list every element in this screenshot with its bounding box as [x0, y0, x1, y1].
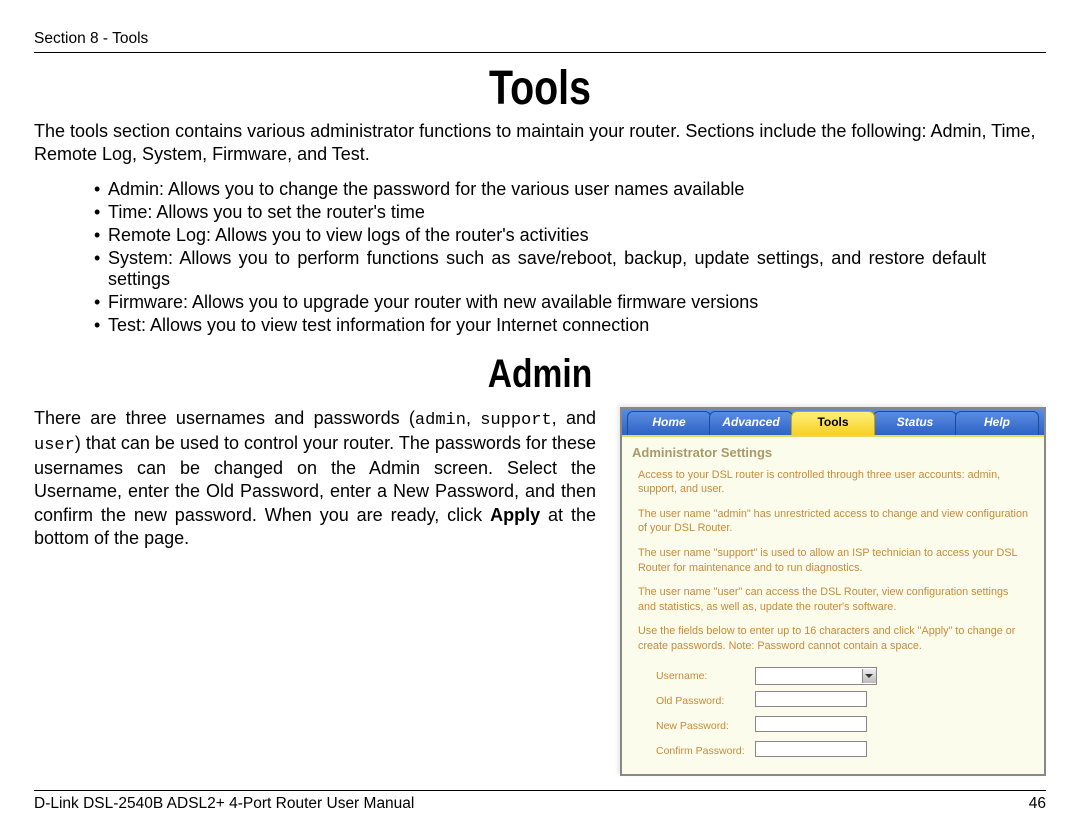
text: There are three usernames and passwords … [34, 408, 415, 428]
page-title-admin: Admin [115, 352, 965, 397]
new-password-input[interactable] [755, 716, 867, 732]
section-header: Section 8 - Tools [34, 30, 1046, 53]
username-dropdown[interactable] [755, 667, 877, 685]
tools-bullet-list: Admin: Allows you to change the password… [34, 179, 986, 336]
router-admin-screenshot: Home Advanced Tools Status Help Administ… [620, 407, 1046, 777]
list-item: Admin: Allows you to change the password… [94, 179, 986, 200]
intro-paragraph: The tools section contains various admin… [34, 120, 1046, 167]
username-admin: admin [415, 411, 466, 430]
tab-home[interactable]: Home [627, 411, 711, 435]
panel-text: Use the fields below to enter up to 16 c… [632, 624, 1034, 653]
list-item: Firmware: Allows you to upgrade your rou… [94, 292, 986, 313]
text: , [466, 408, 480, 428]
footer-page-number: 46 [1029, 795, 1046, 813]
panel-text: The user name "admin" has unrestricted a… [632, 507, 1034, 536]
label-new-password: New Password: [652, 714, 749, 737]
panel-body: Administrator Settings Access to your DS… [622, 435, 1044, 775]
page-title-tools: Tools [125, 61, 955, 116]
old-password-input[interactable] [755, 691, 867, 707]
panel-text: Access to your DSL router is controlled … [632, 468, 1034, 497]
chevron-down-icon[interactable] [862, 669, 876, 683]
list-item: Time: Allows you to set the router's tim… [94, 202, 986, 223]
list-item: System: Allows you to perform functions … [94, 248, 986, 290]
panel-text: The user name "support" is used to allow… [632, 546, 1034, 575]
panel-heading: Administrator Settings [632, 445, 1034, 460]
tab-status[interactable]: Status [873, 411, 957, 435]
label-confirm-password: Confirm Password: [652, 739, 749, 762]
username-user: user [34, 436, 75, 455]
label-old-password: Old Password: [652, 689, 749, 712]
text: , and [552, 408, 596, 428]
tab-advanced[interactable]: Advanced [709, 411, 793, 435]
tab-tools[interactable]: Tools [791, 411, 875, 435]
panel-text: The user name "user" can access the DSL … [632, 585, 1034, 614]
password-form: Username: Old Password: New Password: Co… [650, 663, 883, 764]
label-username: Username: [652, 665, 749, 687]
list-item: Test: Allows you to view test informatio… [94, 315, 986, 336]
tab-row: Home Advanced Tools Status Help [622, 409, 1044, 435]
page-footer: D-Link DSL-2540B ADSL2+ 4-Port Router Us… [34, 790, 1046, 813]
confirm-password-input[interactable] [755, 741, 867, 757]
apply-word: Apply [490, 505, 540, 525]
tab-help[interactable]: Help [955, 411, 1039, 435]
list-item: Remote Log: Allows you to view logs of t… [94, 225, 986, 246]
admin-description: There are three usernames and passwords … [34, 407, 600, 551]
footer-manual-title: D-Link DSL-2540B ADSL2+ 4-Port Router Us… [34, 795, 414, 813]
username-support: support [480, 411, 551, 430]
